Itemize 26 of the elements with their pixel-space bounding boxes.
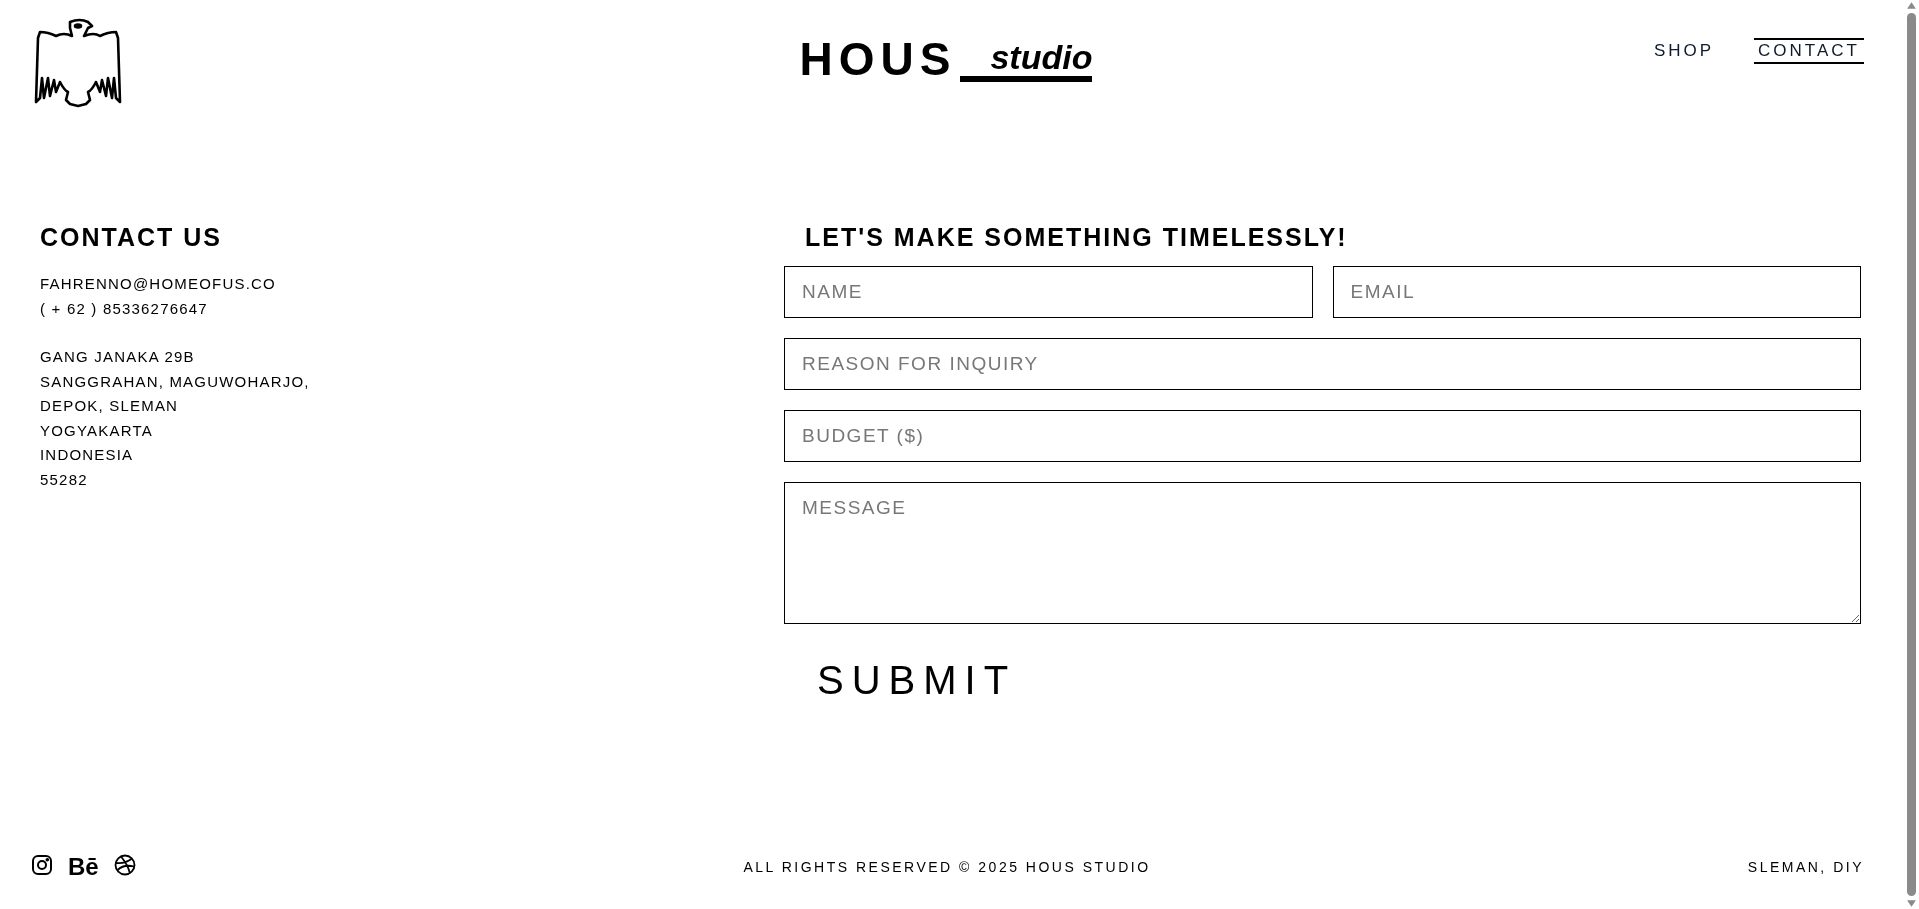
copyright-text: ALL RIGHTS RESERVED © 2025 HOUS STUDIO [743,859,1151,875]
form-heading: LET'S MAKE SOMETHING TIMELESSLY! [804,222,1349,252]
message-field[interactable]: MESSAGE [784,482,1861,624]
scroll-up-icon[interactable] [1906,0,1917,11]
address-line: GANG JANAKA 29B [40,347,196,367]
nav-link[interactable]: SHOP [1649,38,1719,64]
text-field[interactable]: REASON FOR INQUIRY [784,338,1861,390]
text-field[interactable]: NAME [784,266,1313,318]
address-line: YOGYAKARTA [40,420,154,441]
email-link[interactable]: FAHRENNO@HOMEOFUS.CO [40,272,784,297]
behance-link[interactable]: Bē [68,853,99,881]
address-line: SANGGRAHAN, MAGUWOHARJO, [40,371,311,392]
address-line: DEPOK, SLEMAN [40,396,180,416]
scrollbar-thumb[interactable] [1907,13,1916,896]
text-field[interactable]: EMAIL [1332,266,1861,318]
address-line: 55282 [40,469,89,490]
scroll-down-icon[interactable] [1906,898,1917,909]
phone-number: ( + 62 ) 85336276647 [40,298,209,319]
nav-link[interactable]: CONTACT [1754,38,1864,64]
section-heading: CONTACT US [40,222,224,252]
address-line: INDONESIA [40,445,135,465]
submit-button[interactable]: SUBMIT [817,658,1017,703]
text-field[interactable]: BUDGET ($) [784,410,1861,462]
location-text: SLEMAN, DIY [1747,859,1864,875]
brand-logo[interactable]: HOUS studio [799,36,1093,82]
scrollbar[interactable] [1904,0,1919,909]
